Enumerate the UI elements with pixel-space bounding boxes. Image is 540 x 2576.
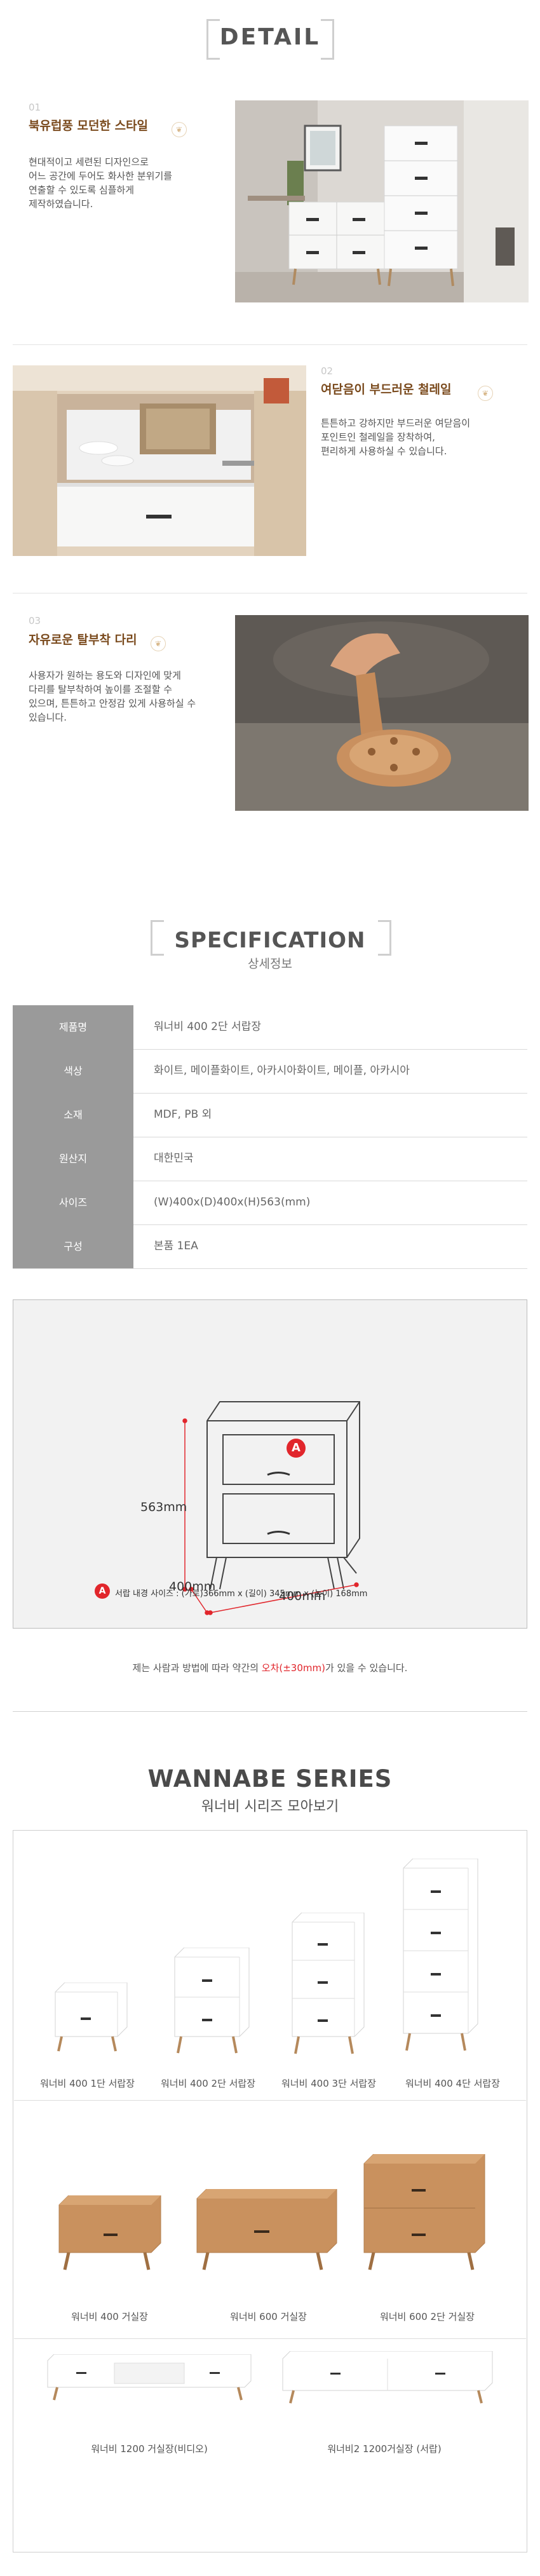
- feature-title: 북유럽풍 모던한 스타일: [26, 116, 151, 133]
- product-caption: 워너비2 1200거실장 (서랍): [327, 2443, 442, 2455]
- photo-nordic-room: [235, 100, 529, 302]
- detail-title: DETAIL: [219, 24, 321, 50]
- product-caption: 워너비 600 거실장: [230, 2311, 307, 2322]
- feature-number: 01: [29, 102, 41, 113]
- circle-a-marker-icon: A: [287, 1439, 306, 1458]
- product-image: [292, 1913, 365, 2054]
- feature-description: 튼튼하고 강하지만 부드러운 여닫음이 포인트인 철레일을 장착하여, 편리하게…: [321, 417, 471, 457]
- spec-value: MDF, PB 외: [154, 1108, 212, 1121]
- feature-title: 자유로운 탈부착 다리: [26, 630, 140, 647]
- product-caption: 워너비 1200 거실장(비디오): [91, 2443, 208, 2455]
- spec-value: 화이트, 메이플화이트, 아카시아화이트, 메이플, 아카시아: [154, 1064, 410, 1077]
- spec-label: 색상: [13, 1049, 133, 1093]
- spec-label: 제품명: [13, 1005, 133, 1049]
- product-image: [47, 2354, 252, 2401]
- spec-subtitle: 상세정보: [248, 957, 292, 971]
- spec-row: 원산지 대한민국: [13, 1137, 527, 1181]
- product-image: [282, 2351, 493, 2404]
- divider: [13, 1711, 527, 1712]
- series-subtitle: 워너비 시리즈 모아보기: [201, 1799, 339, 1815]
- product-caption: 워너비 400 1단 서랍장: [39, 2078, 135, 2089]
- leaf-icon: ❦: [172, 122, 187, 137]
- product-image: [174, 1948, 250, 2054]
- dimension-diagram: 563mm 400mm 400mm A A 서랍 내경 사이즈 : (가로)36…: [13, 1299, 527, 1629]
- spec-label: 구성: [13, 1224, 133, 1268]
- detail-header: DETAIL: [0, 0, 540, 76]
- leaf-icon: ❦: [478, 386, 493, 401]
- spec-row: 소재 MDF, PB 외: [13, 1093, 527, 1137]
- photo-drawer-rail: [13, 365, 306, 556]
- product-caption: 워너비 600 2단 거실장: [379, 2311, 475, 2322]
- spec-row: 구성 본품 1EA: [13, 1224, 527, 1269]
- product-caption: 워너비 400 3단 서랍장: [281, 2078, 377, 2089]
- inner-size-label: 서랍 내경 사이즈 : (가로)366mm x (길이) 345mm x (높이…: [115, 1589, 368, 1599]
- feature-number: 02: [321, 365, 334, 377]
- spec-value: 워너비 400 2단 서랍장: [154, 1020, 261, 1033]
- product-image: [196, 2189, 337, 2270]
- product-caption: 워너비 400 거실장: [71, 2311, 148, 2322]
- divider: [14, 2100, 526, 2101]
- feature-description: 사용자가 원하는 용도와 디자인에 맞게 다리를 탈부착하여 높이를 조절할 수…: [29, 670, 196, 723]
- spec-label: 사이즈: [13, 1181, 133, 1224]
- feature-number: 03: [29, 615, 41, 627]
- product-image: [58, 2195, 161, 2270]
- photo-detachable-leg: [235, 615, 529, 811]
- spec-row: 색상 화이트, 메이플화이트, 아카시아화이트, 메이플, 아카시아: [13, 1049, 527, 1094]
- spec-value: 대한민국: [154, 1152, 194, 1165]
- bracket-right: [321, 19, 334, 60]
- bracket-right: [378, 920, 391, 956]
- height-dimension-label: 563mm: [140, 1500, 187, 1514]
- product-image: [55, 1983, 128, 2052]
- circle-a-marker-icon: A: [95, 1583, 110, 1599]
- spec-label: 원산지: [13, 1137, 133, 1181]
- product-caption: 워너비 400 4단 서랍장: [405, 2078, 501, 2089]
- product-image: [403, 1859, 478, 2051]
- tolerance-note: 제는 사람과 방법에 따라 약간의 오차(±30mm)가 있을 수 있습니다.: [132, 1662, 408, 1674]
- product-caption: 워너비 400 2단 서랍장: [160, 2078, 256, 2089]
- product-image: [363, 2154, 485, 2270]
- series-title: WANNABE SERIES: [147, 1765, 393, 1793]
- feature-title: 여닫음이 부드러운 철레일: [318, 380, 454, 397]
- spec-value: 본품 1EA: [154, 1240, 198, 1252]
- leaf-icon: ❦: [151, 636, 166, 651]
- spec-label: 소재: [13, 1093, 133, 1137]
- spec-title: SPECIFICATION: [174, 928, 366, 953]
- spec-value: (W)400x(D)400x(H)563(mm): [154, 1196, 311, 1209]
- spec-row: 제품명 워너비 400 2단 서랍장: [13, 1005, 527, 1050]
- divider: [13, 344, 527, 345]
- feature-description: 현대적이고 세련된 디자인으로 어느 공간에 두어도 화사한 분위기를 연출할 …: [29, 156, 173, 210]
- divider: [14, 2338, 526, 2339]
- spec-row: 사이즈 (W)400x(D)400x(H)563(mm): [13, 1181, 527, 1225]
